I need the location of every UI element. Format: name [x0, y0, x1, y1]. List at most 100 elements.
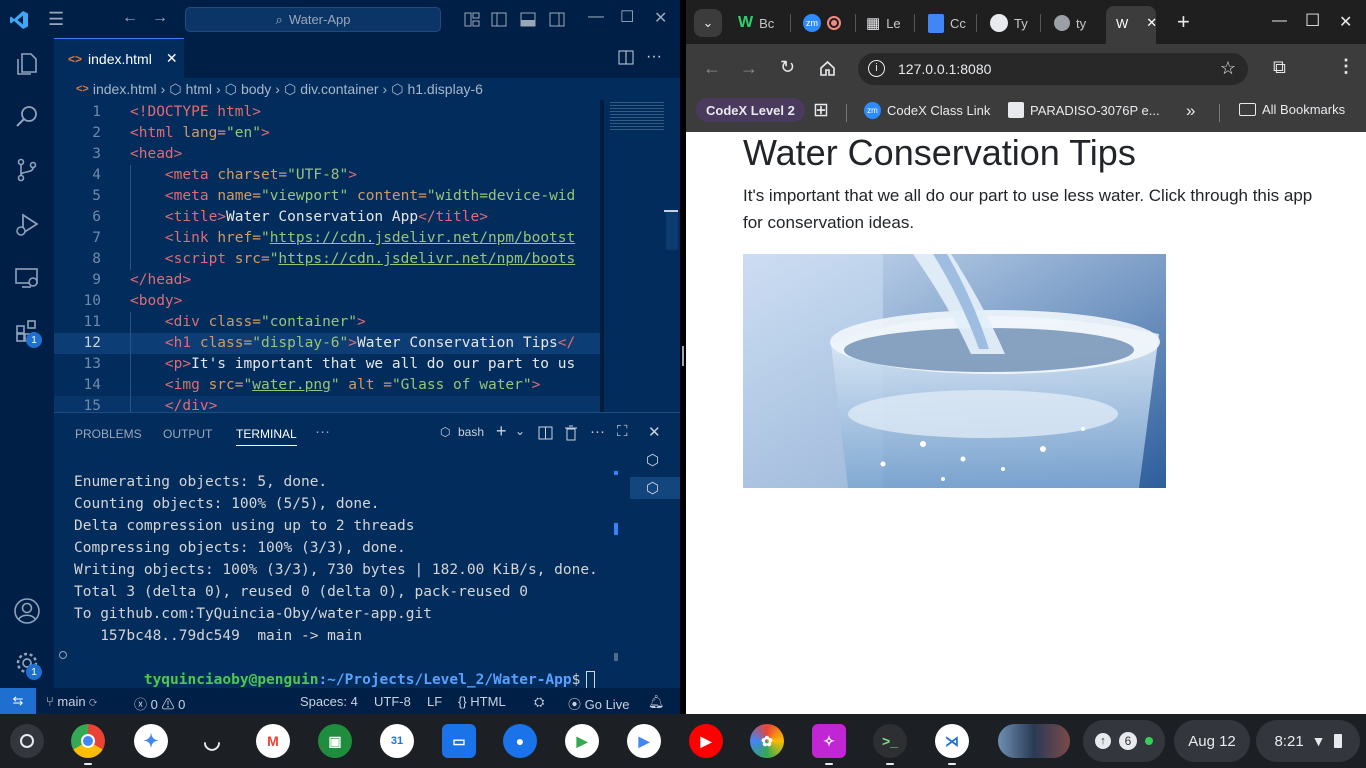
close-icon[interactable]: ✕	[654, 8, 667, 28]
more-panel-views-icon[interactable]: ···	[315, 423, 330, 440]
status-area[interactable]: 8:21 ▼	[1256, 720, 1360, 762]
eol-indicator[interactable]: LF	[427, 694, 442, 709]
date-tray[interactable]: Aug 12	[1174, 720, 1250, 762]
launcher-button[interactable]	[10, 724, 44, 758]
photos-app[interactable]: ✿	[750, 724, 784, 758]
tab-index-html[interactable]: <> index.html ✕	[54, 38, 184, 78]
manage-button[interactable]: 1	[0, 638, 54, 688]
more-actions-icon[interactable]: ···	[646, 48, 662, 66]
terminal-app[interactable]: >_	[873, 724, 907, 765]
indentation-indicator[interactable]: Spaces: 4	[300, 694, 358, 709]
files-app[interactable]: ▭	[442, 724, 476, 758]
canvas-app[interactable]: ✧	[812, 724, 846, 765]
meet-app[interactable]: ▶	[565, 724, 599, 758]
back-icon[interactable]: ←	[703, 58, 721, 79]
language-indicator[interactable]: {} HTML	[458, 694, 506, 709]
accounts-button[interactable]	[0, 586, 54, 636]
terminal-instance-active[interactable]: ⬡	[630, 477, 680, 499]
tab-problems[interactable]: PROBLEMS	[75, 427, 142, 441]
site-info-icon[interactable]: i	[868, 60, 885, 77]
tab-search-button[interactable]: ⌄	[694, 9, 722, 37]
maximize-icon[interactable]: ☐	[620, 7, 634, 27]
layout-customize-icon[interactable]	[464, 12, 480, 27]
forward-icon[interactable]: →	[740, 58, 758, 79]
notification-tray[interactable]: ↑ 6	[1083, 720, 1165, 762]
close-panel-icon[interactable]: ✕	[648, 423, 661, 441]
terminal-scrollbar[interactable]	[614, 471, 618, 671]
minimize-icon[interactable]: —	[588, 8, 604, 26]
close-window-icon[interactable]: ✕	[1339, 12, 1352, 32]
tab-output[interactable]: OUTPUT	[163, 427, 212, 441]
new-terminal-icon[interactable]: +	[496, 421, 507, 442]
gemini-app[interactable]: ✦	[134, 724, 168, 758]
shell-name[interactable]: bash	[458, 425, 484, 439]
minimap[interactable]	[600, 100, 680, 412]
toggle-secondary-sidebar-icon[interactable]	[549, 12, 565, 27]
maximize-icon[interactable]: ☐	[1305, 11, 1320, 31]
bookmark-star-icon[interactable]: ☆	[1220, 58, 1236, 79]
bookmark-codex-class-link[interactable]: zm CodeX Class Link	[864, 102, 990, 119]
more-actions-icon[interactable]: ···	[590, 423, 605, 440]
apps-grid-icon[interactable]: ⊞	[813, 99, 829, 122]
toggle-sidebar-icon[interactable]	[491, 12, 507, 27]
vscode-app[interactable]: ⋊	[935, 724, 969, 765]
command-center-search[interactable]: ⌕ Water-App	[185, 7, 441, 32]
gmail-app[interactable]: M	[256, 724, 290, 758]
branch-indicator[interactable]: ⑂ main ⟳	[46, 694, 97, 709]
play-store-app[interactable]: ▶	[627, 724, 661, 758]
encoding-indicator[interactable]: UTF-8	[374, 694, 411, 709]
notifications-bell-icon[interactable]: 🔔︎	[648, 694, 665, 710]
terminal-instance-icon[interactable]: ⬡	[646, 451, 659, 469]
close-tab-icon[interactable]: ✕	[1146, 15, 1157, 31]
browser-tab[interactable]: ▦ Le	[866, 10, 901, 36]
all-bookmarks-folder[interactable]: All Bookmarks	[1239, 102, 1345, 117]
classroom-app[interactable]: ▣	[318, 724, 352, 758]
forward-arrow-icon[interactable]: →	[152, 9, 168, 27]
code-editor[interactable]: 1 <!DOCTYPE html> 2 <html lang="en"> 3 <hea…	[54, 100, 600, 412]
new-tab-icon[interactable]: +	[1177, 9, 1190, 35]
bookmark-folder-codex-level[interactable]: CodeX Level 2	[696, 98, 805, 122]
minimize-icon[interactable]: —	[1272, 12, 1287, 29]
breadcrumb-item[interactable]: body	[241, 81, 271, 97]
browser-tab[interactable]: W Bc	[738, 10, 774, 36]
editor-scrollbar[interactable]	[666, 210, 678, 250]
browser-tab[interactable]: ty	[1054, 10, 1086, 36]
breadcrumb-item[interactable]: html	[186, 81, 212, 97]
browser-tab[interactable]: Cc	[928, 10, 966, 36]
search-button[interactable]	[0, 92, 54, 142]
chevron-down-icon[interactable]: ⌄	[515, 424, 525, 438]
browser-tab[interactable]: zm	[803, 10, 841, 36]
problems-indicator[interactable]: ⓧ 0 ⚠ 0	[134, 694, 185, 713]
breadcrumb-item[interactable]: div.container	[300, 81, 378, 97]
maximize-panel-icon[interactable]: ⛶	[617, 423, 628, 440]
more-bookmarks-icon[interactable]: »	[1186, 101, 1195, 121]
tote-holding-space[interactable]	[998, 724, 1070, 758]
close-tab-icon[interactable]: ✕	[166, 50, 178, 67]
breadcrumb-item[interactable]: h1.display-6	[407, 81, 483, 97]
split-terminal-icon[interactable]	[538, 426, 553, 440]
toggle-panel-icon[interactable]	[520, 12, 536, 27]
address-bar[interactable]: i 127.0.0.1:8080 ☆	[858, 53, 1248, 85]
menu-icon[interactable]: ☰	[48, 9, 64, 30]
youtube-app[interactable]: ▶	[689, 724, 723, 758]
cast-app[interactable]: ◡	[195, 724, 229, 758]
messages-app[interactable]: ●	[503, 724, 537, 758]
chrome-app[interactable]	[71, 724, 105, 765]
chrome-menu-icon[interactable]: ⋮	[1337, 56, 1355, 77]
tab-terminal[interactable]: TERMINAL	[236, 427, 297, 446]
go-live-button[interactable]: ⦿ Go Live	[568, 694, 629, 713]
trash-icon[interactable]	[564, 425, 578, 441]
remote-indicator[interactable]: ⇆	[0, 688, 36, 714]
back-arrow-icon[interactable]: ←	[122, 9, 138, 27]
breadcrumb-item[interactable]: index.html	[93, 81, 157, 97]
reload-icon[interactable]: ↻	[780, 57, 795, 78]
split-editor-icon[interactable]	[618, 50, 634, 65]
extensions-button[interactable]: 1	[0, 306, 54, 356]
terminal-output[interactable]: Enumerating objects: 5, done. Counting o…	[74, 471, 598, 690]
extensions-puzzle-icon[interactable]: ⧉	[1273, 57, 1286, 78]
copilot-icon[interactable]: ⛭	[534, 694, 544, 710]
home-icon[interactable]	[819, 60, 836, 77]
browser-tab[interactable]: Ty	[990, 10, 1028, 36]
run-debug-button[interactable]	[0, 199, 54, 249]
remote-explorer-button[interactable]	[0, 253, 54, 303]
